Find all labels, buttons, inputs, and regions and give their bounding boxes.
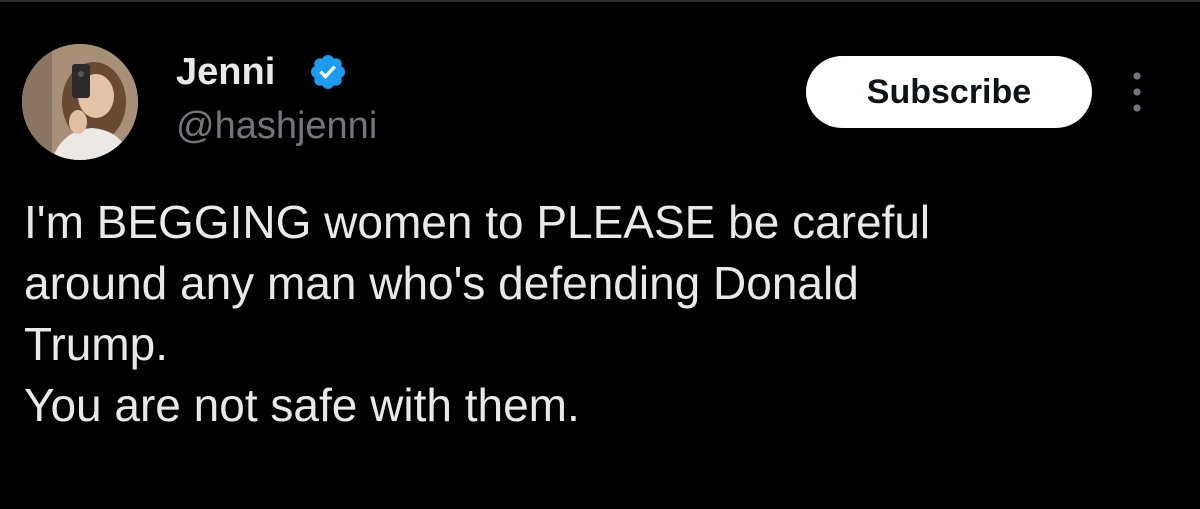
author-name[interactable]: Jenni — [176, 50, 275, 94]
author-handle[interactable]: @hashjenni — [176, 104, 377, 148]
verified-badge-icon — [310, 54, 346, 90]
tweet: Jenni @hashjenni Subscribe I'm BEGGING w… — [0, 0, 1200, 509]
avatar[interactable] — [22, 44, 138, 160]
more-options-icon[interactable] — [1124, 70, 1150, 114]
tweet-text-line: around any man who's defending Donald — [24, 257, 859, 309]
tweet-text: I'm BEGGING women to PLEASE be careful a… — [24, 192, 1174, 436]
tweet-text-line: You are not safe with them. — [24, 379, 580, 431]
avatar-photo — [22, 44, 138, 160]
tweet-text-line: Trump. — [24, 318, 168, 370]
subscribe-button[interactable]: Subscribe — [806, 56, 1092, 128]
tweet-text-line: I'm BEGGING women to PLEASE be careful — [24, 196, 931, 248]
